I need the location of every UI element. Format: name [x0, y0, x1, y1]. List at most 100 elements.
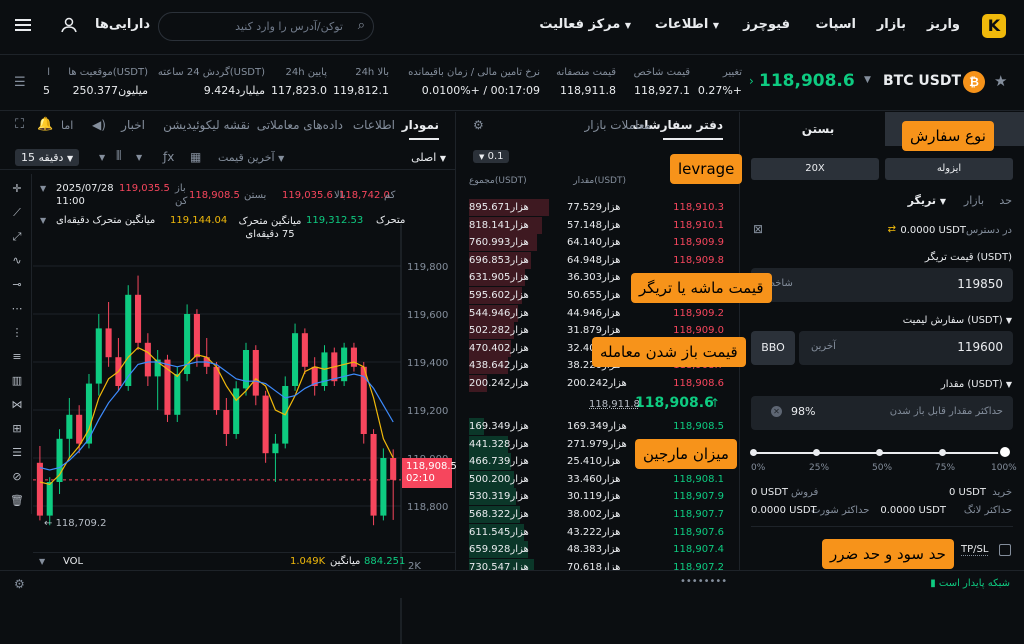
tab-liquidation-map[interactable]: نقشه لیکوئیدیشن — [163, 118, 250, 132]
clear-icon[interactable]: ✕ — [771, 406, 782, 417]
alert-icon[interactable]: 🔔 — [37, 117, 53, 132]
trash-icon[interactable]: 🗑 — [10, 494, 24, 508]
tab-misc[interactable]: اما — [61, 119, 73, 132]
candle-body — [213, 366, 220, 410]
margin-mode-button[interactable]: ایزوله — [885, 158, 1013, 180]
mark-25: 25% — [809, 463, 830, 473]
indicator-icon[interactable]: ƒx — [163, 150, 174, 164]
bid-price: 118,907.9 — [673, 491, 724, 503]
search-box[interactable]: توکن/آدرس را وارد کنید ⌕ — [158, 12, 374, 41]
ray-icon[interactable]: ⤢ — [10, 230, 24, 244]
bid-row[interactable]: 118,908.5 169.349هزار 169.349هزار — [457, 418, 740, 436]
ob-step-select[interactable]: ▼ 0.1 — [473, 150, 510, 163]
trigger-price-input[interactable]: 119850 شاخص — [751, 268, 1013, 302]
nav-futures[interactable]: فیوچرز — [743, 17, 790, 32]
nav-spot[interactable]: اسپات — [816, 17, 857, 32]
slider-dot-25 — [813, 449, 820, 456]
vline-icon[interactable]: ⋮ — [10, 326, 24, 340]
sound-icon[interactable]: ◀) — [92, 118, 106, 132]
tab-news[interactable]: اخبار — [121, 118, 145, 132]
type-limit[interactable]: حد — [999, 194, 1012, 207]
candle-body — [390, 458, 397, 480]
nav-activity[interactable]: مرکز فعالیت ▼ — [539, 17, 631, 32]
leverage-button[interactable]: 20X — [751, 158, 879, 180]
fib-icon[interactable]: ▥ — [10, 374, 24, 388]
chevron-down-icon[interactable]: ▼ — [864, 75, 871, 85]
type-trigger[interactable]: تریگر ▼ — [908, 194, 946, 207]
bid-row[interactable]: 118,907.4 48.383هزار 659.928هزار — [457, 541, 740, 559]
trendline-icon[interactable]: ⟋ — [10, 206, 24, 220]
ask-row[interactable]: 118,909.2 44.946هزار 544.946هزار — [457, 304, 740, 323]
crosshair-icon[interactable]: ✛ — [10, 182, 24, 196]
chevron-down-icon: ▼ — [939, 197, 946, 206]
ask-total: 760.993هزار — [469, 237, 529, 249]
hide-icon[interactable]: ⊘ — [10, 470, 24, 484]
tab-chart[interactable]: نمودار — [402, 118, 439, 132]
hline-icon[interactable]: ⊸ — [10, 278, 24, 292]
nav-deposit[interactable]: واریز — [927, 17, 960, 32]
pair-name[interactable]: BTC USDT — [883, 73, 961, 89]
price-tag-value: 118,908.5 — [406, 461, 457, 472]
collapse-icon[interactable]: ▼ — [40, 184, 46, 193]
candle-type-icon[interactable]: ⫴ — [116, 149, 121, 164]
chevron-down-icon[interactable]: ▼ — [99, 153, 105, 162]
nav-market[interactable]: بازار — [877, 17, 906, 32]
logo-icon[interactable]: K — [982, 14, 1006, 38]
tab-info[interactable]: اطلاعات — [353, 118, 395, 132]
qty-input[interactable]: حداکثر مقدار قابل باز شدن 98% ✕ — [751, 396, 1013, 430]
nav-assets[interactable]: دارایی‌ها — [95, 17, 150, 32]
pattern-icon[interactable]: ⋈ — [10, 398, 24, 412]
fullscreen-icon[interactable]: ⛶ — [15, 117, 24, 132]
limit-price-input[interactable]: 119600 آخرین — [799, 331, 1013, 365]
sliders-icon[interactable]: ☰ — [14, 75, 26, 90]
parallel-icon[interactable]: ⋯ — [10, 302, 24, 316]
mark-50: 50% — [872, 463, 893, 473]
curve-icon[interactable]: ∿ — [10, 254, 24, 268]
ruler-icon[interactable]: ⊞ — [10, 422, 24, 436]
ask-row[interactable]: 118,910.1 57.148هزار 818.141هزار — [457, 216, 740, 235]
transfer-icon[interactable]: ⇄ — [888, 224, 896, 235]
tab-market-trades[interactable]: معاملات بازار — [585, 118, 652, 132]
tab-trading-data[interactable]: داده‌های معاملاتی — [257, 118, 343, 132]
vol-label: VOL — [63, 556, 84, 567]
list-icon[interactable]: ☰ — [10, 446, 24, 460]
ask-row[interactable]: 118,909.8 64.948هزار 696.853هزار — [457, 251, 740, 270]
chevron-down-icon[interactable]: ▼ — [136, 153, 142, 162]
calculator-icon[interactable]: ⊠ — [753, 222, 763, 236]
qty-slider[interactable] — [750, 445, 1012, 459]
menu-icon[interactable] — [15, 18, 31, 32]
limit-label-text: سفارش لیمیت (USDT) — [902, 315, 1003, 326]
user-icon[interactable] — [60, 16, 78, 34]
ask-row[interactable]: 118,910.3 77.529هزار 895.671هزار — [457, 199, 740, 217]
type-market[interactable]: بازار — [964, 194, 984, 207]
tpsl-checkbox[interactable] — [999, 544, 1011, 556]
candle-body — [36, 462, 43, 516]
mode-select[interactable]: اصلی ▼ — [411, 151, 446, 164]
bid-total: 659.928هزار — [469, 544, 529, 556]
bid-row[interactable]: 118,908.1 33.460هزار 500.200هزار — [457, 470, 740, 489]
candle-body — [370, 434, 377, 516]
candle-body — [76, 414, 83, 444]
candle-body — [46, 482, 53, 516]
nav-info[interactable]: اطلاعات ▼ — [655, 17, 719, 32]
price-type-select[interactable]: آخرین قیمت ▼ — [218, 151, 284, 164]
tab-close[interactable]: بستن — [751, 112, 885, 146]
bbo-button[interactable]: BBO — [751, 331, 795, 365]
bid-price: 118,907.6 — [673, 526, 724, 538]
sliders-icon[interactable]: ⚙ — [14, 577, 25, 591]
bid-row[interactable]: 118,907.6 43.222هزار 611.545هزار — [457, 523, 740, 542]
interval-select[interactable]: 15 دقیقه ▼ — [15, 149, 80, 166]
slider-thumb[interactable] — [998, 445, 1012, 459]
layout-icon[interactable]: ▦ — [190, 150, 201, 164]
favorite-star-icon[interactable]: ★ — [994, 72, 1007, 90]
settings-icon[interactable]: ⚙ — [473, 118, 484, 132]
vol-collapse-icon[interactable]: ▼ — [39, 557, 45, 566]
ask-row[interactable]: 118,909.9 64.140هزار 760.993هزار — [457, 234, 740, 252]
channel-icon[interactable]: ≡ — [10, 350, 24, 364]
ask-row[interactable]: 118,908.6 200.242هزار 200.242هزار — [457, 375, 740, 393]
bid-row[interactable]: 118,907.9 30.119هزار 530.319هزار — [457, 488, 740, 506]
callout-margin: میزان مارجین — [635, 439, 737, 469]
slider-dot-75 — [939, 449, 946, 456]
bid-row[interactable]: 118,907.7 38.002هزار 568.322هزار — [457, 506, 740, 524]
ask-total: 438.642هزار — [469, 360, 529, 372]
